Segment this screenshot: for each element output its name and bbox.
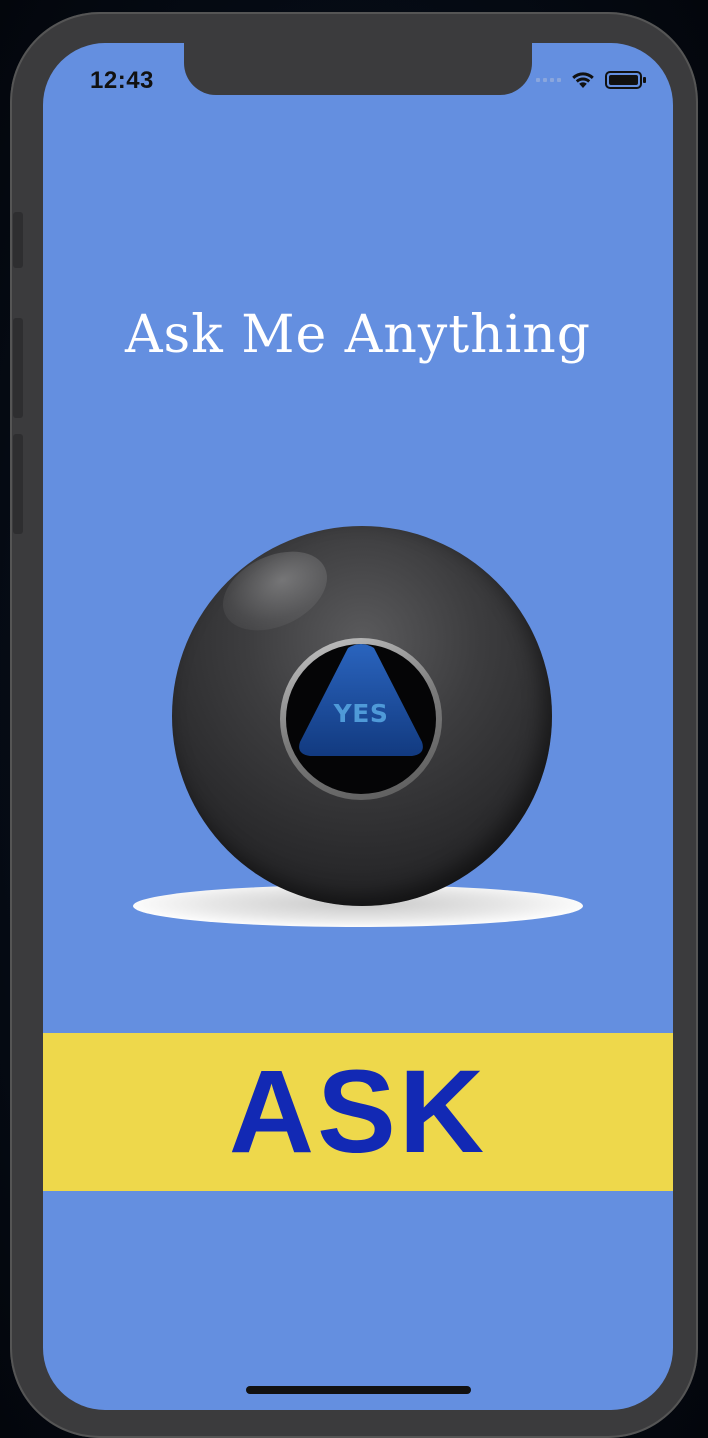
app-title: Ask Me Anything xyxy=(124,305,592,365)
answer-window-ring: YES xyxy=(280,638,442,800)
ball-body: YES xyxy=(172,526,552,906)
home-indicator[interactable] xyxy=(246,1386,471,1394)
ask-button[interactable]: ASK xyxy=(43,1033,673,1191)
app-screen: 12:43 Ask Me Anything YES ASK xyxy=(43,43,673,1410)
ask-button-label: ASK xyxy=(228,1046,488,1178)
wifi-icon xyxy=(572,72,594,88)
camera-notch xyxy=(184,43,532,95)
ball-highlight xyxy=(210,536,340,646)
cellular-signal-icon xyxy=(536,78,561,82)
battery-icon xyxy=(605,71,646,89)
mute-switch xyxy=(13,212,23,268)
volume-down-button xyxy=(13,434,23,534)
volume-up-button xyxy=(13,318,23,418)
answer-text: YES xyxy=(333,699,389,728)
answer-window: YES xyxy=(286,644,436,794)
magic-eight-ball: YES xyxy=(133,518,583,938)
status-time: 12:43 xyxy=(90,67,154,94)
status-icons xyxy=(536,70,647,90)
device-backdrop: 12:43 Ask Me Anything YES ASK xyxy=(0,0,708,1438)
